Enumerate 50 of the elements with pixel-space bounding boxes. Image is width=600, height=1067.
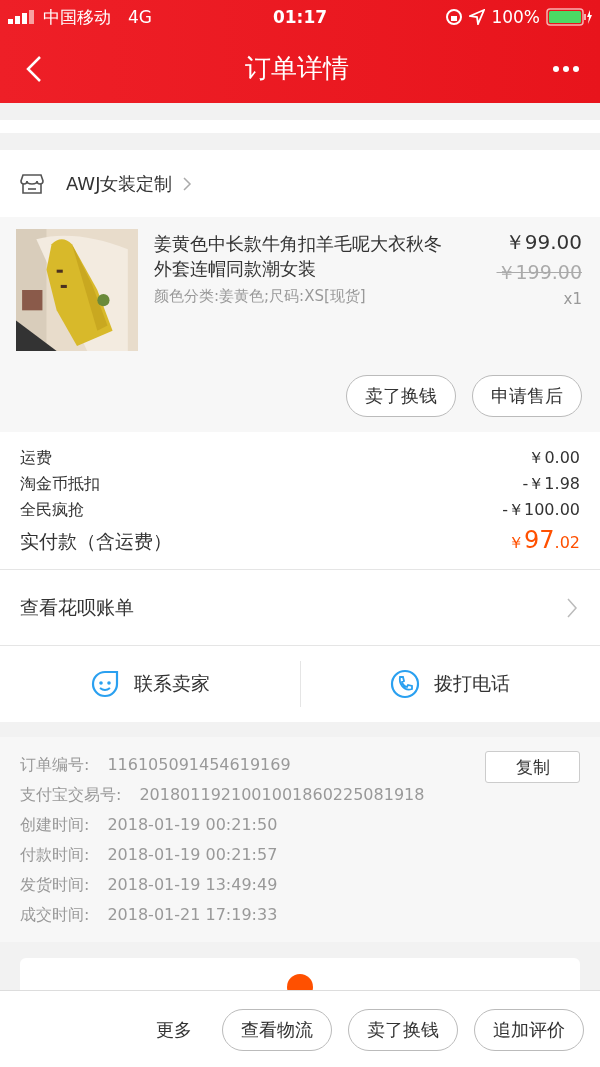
item-action-button[interactable]: 卖了换钱 <box>346 375 456 417</box>
item-action-button[interactable]: 申请售后 <box>472 375 582 417</box>
battery-percent: 100% <box>491 7 540 27</box>
fee-label: 淘金币抵扣 <box>20 474 100 495</box>
info-label: 付款时间: <box>20 845 90 866</box>
contact-seller-button[interactable]: 联系卖家 <box>0 654 300 714</box>
huabei-bill-row[interactable]: 查看花呗账单 <box>0 570 600 646</box>
info-value: 2018-01-21 17:19:33 <box>107 905 278 926</box>
product-title: 姜黄色中长款牛角扣羊毛呢大衣秋冬外套连帽同款潮女装 <box>154 232 443 281</box>
phone-icon <box>390 669 421 699</box>
info-label: 支付宝交易号: <box>20 785 122 806</box>
fee-value: ￥0.00 <box>528 448 580 469</box>
total-label: 实付款（含运费） <box>20 529 172 554</box>
fee-value: -￥100.00 <box>502 500 580 521</box>
order-action-button[interactable]: 追加评价 <box>474 1009 584 1051</box>
product-spec: 颜色分类:姜黄色;尺码:XS[现货] <box>154 287 367 306</box>
more-dots-icon <box>552 64 580 73</box>
fee-label: 全民疯抢 <box>20 500 84 521</box>
info-label: 订单编号: <box>20 755 90 776</box>
copy-button[interactable]: 复制 <box>485 751 580 783</box>
call-button[interactable]: 拨打电话 <box>300 654 600 714</box>
page-title: 订单详情 <box>245 52 349 85</box>
info-value: 2018011921001001860225081918 <box>139 785 425 806</box>
total-amount: ￥97.02 <box>508 526 580 554</box>
info-label: 发货时间: <box>20 875 90 896</box>
info-label: 成交时间: <box>20 905 90 926</box>
battery-icon <box>546 8 592 26</box>
order-action-button[interactable]: 查看物流 <box>222 1009 332 1051</box>
shop-name-link[interactable]: AWJ女装定制 <box>66 171 173 196</box>
chevron-right-icon <box>182 175 193 192</box>
info-value: 2018-01-19 00:21:57 <box>107 845 278 866</box>
info-value: 2018-01-19 13:49:49 <box>107 875 278 896</box>
quantity: x1 <box>563 290 582 308</box>
location-icon <box>469 9 486 25</box>
shop-icon <box>20 172 44 195</box>
original-price: ￥199.00 <box>496 260 582 285</box>
network-type: 4G <box>128 7 152 27</box>
clock: 01:17 <box>272 7 328 27</box>
carrier: 中国移动 <box>43 5 111 29</box>
info-value: 116105091454619169 <box>107 755 291 776</box>
more-link[interactable]: 更多 <box>156 1009 192 1051</box>
chat-bubble-icon <box>89 669 120 699</box>
chevron-right-icon <box>566 596 578 619</box>
price: ￥99.00 <box>504 229 582 256</box>
info-label: 创建时间: <box>20 815 90 836</box>
order-action-button[interactable]: 卖了换钱 <box>348 1009 458 1051</box>
fee-label: 运费 <box>20 448 52 469</box>
rotation-lock-icon <box>445 8 464 26</box>
fee-value: -￥1.98 <box>522 474 580 495</box>
info-value: 2018-01-19 00:21:50 <box>107 815 278 836</box>
